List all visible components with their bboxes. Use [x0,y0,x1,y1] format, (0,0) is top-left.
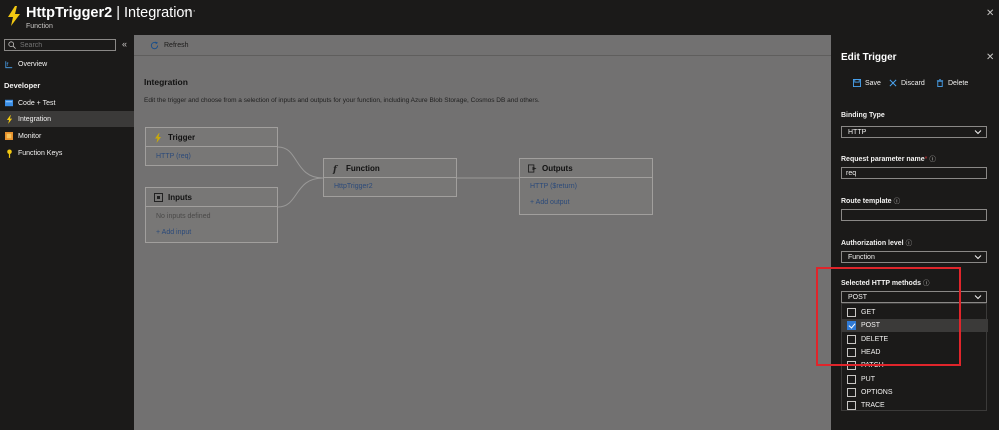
sidebar-item-overview[interactable]: f Overview [0,56,134,72]
trigger-card[interactable]: Trigger HTTP (req) [145,127,278,166]
sidebar-item-code-test[interactable]: Code + Test [0,95,134,111]
function-title: Function [346,163,380,173]
param-name-label: Request parameter name* ⓘ [841,156,936,163]
search-box[interactable] [4,39,116,51]
outputs-card: Outputs HTTP ($return) + Add output [519,158,653,215]
checkbox-icon[interactable] [847,387,856,397]
sidebar-item-label: Integration [18,115,52,123]
search-input[interactable] [20,41,110,49]
main-content: Refresh Integration Edit the trigger and… [134,35,831,430]
auth-level-label: Authorization level ⓘ [841,240,913,247]
close-panel-button[interactable]: ✕ [986,52,994,63]
add-output-link[interactable]: + Add output [520,199,652,206]
outputs-title: Outputs [542,163,573,173]
page-title: HttpTrigger2 | Integration [26,5,193,21]
overview-icon: f [5,60,13,68]
function-icon: f [332,164,341,174]
delete-button[interactable]: Delete [936,79,968,87]
chevron-down-icon [974,130,982,135]
sidebar-item-label: Monitor [18,132,42,140]
inputs-card: Inputs No inputs defined + Add input [145,187,278,243]
sidebar-item-integration[interactable]: Integration [0,111,134,127]
route-template-input[interactable] [841,209,987,221]
trigger-link[interactable]: HTTP (req) [146,153,277,160]
close-page-button[interactable]: ✕ [986,8,994,19]
info-icon[interactable]: ⓘ [929,156,936,163]
code-icon [5,99,13,107]
http-method-label: TRACE [861,402,885,410]
save-icon [853,79,861,87]
function-bolt-icon [8,6,20,26]
sidebar-item-function-keys[interactable]: Function Keys [0,145,134,161]
trigger-title: Trigger [168,132,196,142]
app-root: HttpTrigger2 | Integration Function ··· … [0,0,999,430]
http-method-option-trace[interactable]: TRACE [842,399,988,412]
outputs-icon [528,163,537,173]
inputs-title: Inputs [168,192,192,202]
inputs-empty-text: No inputs defined [156,213,211,220]
outputs-link[interactable]: HTTP ($return) [520,183,652,190]
binding-type-label: Binding Type [841,112,885,119]
binding-type-select[interactable]: HTTP [841,126,987,138]
http-method-label: OPTIONS [861,388,893,396]
annotation-highlight-box [816,267,961,366]
chevron-down-icon [974,255,982,260]
svg-text:f: f [7,62,9,68]
page-header: HttpTrigger2 | Integration Function ··· … [0,0,999,35]
param-name-input[interactable] [841,167,987,179]
monitor-icon [5,132,13,140]
trigger-bolt-icon [154,132,163,143]
auth-level-select[interactable]: Function [841,251,987,263]
sidebar: « f Overview Developer Code + Test Integ… [0,35,134,430]
http-method-option-options[interactable]: OPTIONS [842,386,988,399]
route-template-label: Route template ⓘ [841,198,901,205]
discard-icon [889,79,897,87]
sidebar-item-monitor[interactable]: Monitor [0,128,134,144]
svg-text:f: f [332,165,339,174]
function-card[interactable]: f Function HttpTrigger2 [323,158,457,197]
add-input-link[interactable]: + Add input [146,229,277,236]
sidebar-item-label: Overview [18,60,48,68]
discard-button[interactable]: Discard [889,79,925,87]
collapse-sidebar-button[interactable]: « [122,39,127,49]
more-options-button[interactable]: ··· [183,5,197,17]
page-subtitle: Function [26,23,53,30]
sidebar-item-label: Code + Test [18,99,56,107]
info-icon[interactable]: ⓘ [894,198,901,205]
http-method-label: PUT [861,375,875,383]
required-marker: * [924,156,928,163]
sidebar-item-label: Function Keys [18,149,63,157]
sidebar-section-developer: Developer [4,81,41,90]
save-button[interactable]: Save [853,79,881,87]
checkbox-icon[interactable] [847,401,856,411]
bolt-icon [5,114,13,124]
search-icon [8,41,16,49]
trash-icon [936,79,944,87]
inputs-icon [154,192,163,202]
chevron-down-icon [974,295,982,300]
edit-trigger-panel: Edit Trigger ✕ Save Discard Delete Bindi… [831,35,999,430]
function-link[interactable]: HttpTrigger2 [324,183,456,190]
checkbox-icon[interactable] [847,374,856,384]
http-method-option-put[interactable]: PUT [842,373,988,386]
panel-title: Edit Trigger [841,52,897,63]
key-icon [5,148,13,158]
info-icon[interactable]: ⓘ [906,240,913,247]
